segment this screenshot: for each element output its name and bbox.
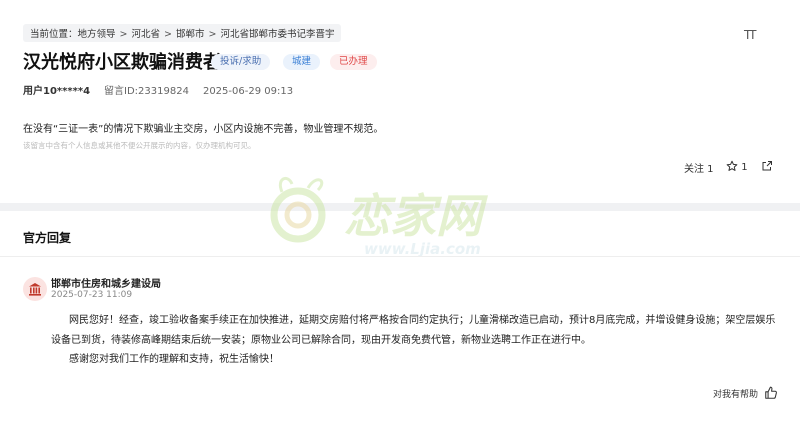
thumbs-up-icon (765, 386, 777, 399)
status-badge: 已办理 (330, 54, 377, 70)
type-tag: 投诉/求助 (211, 54, 271, 70)
font-size-toggle-icon[interactable]: TT (744, 28, 757, 42)
breadcrumb: 当前位置：地方领导 > 河北省 > 邯郸市 > 河北省邯郸市委书记李晋宇 (23, 24, 342, 42)
follow-button[interactable]: 关注 1 (684, 160, 714, 175)
reply-org-name: 邯郸市住房和城乡建设局 (51, 279, 161, 290)
privacy-note: 该留言中含有个人信息或其他不便公开展示的内容，仅办理机构可见。 (23, 141, 256, 150)
breadcrumb-prefix: 当前位置： (30, 29, 78, 40)
reply-thanks: 感谢您对我们工作的理解和支持，祝生活愉快！ (69, 354, 279, 365)
reply-content: 网民您好！经查，竣工验收备案手续正在加快推进，延期交房赔付将严格按合同约定执行；… (51, 311, 781, 370)
breadcrumb-item-local-leaders[interactable]: 地方领导 (78, 29, 116, 40)
message-title: 汉光悦府小区欺骗消费者 (23, 52, 221, 73)
helpful-button[interactable]: 对我有帮助 (713, 386, 778, 400)
message-date: 2025-06-29 09:13 (202, 86, 294, 97)
message-content: 在没有“三证一表”的情况下欺骗业主交房，小区内设施不完善，物业管理不规范。 (23, 124, 384, 135)
breadcrumb-item-hebei[interactable]: 河北省 (132, 29, 161, 40)
breadcrumb-item-handan[interactable]: 邯郸市 (176, 29, 205, 40)
share-icon (762, 161, 772, 171)
watermark-text: 恋家网 (344, 189, 488, 243)
reply-paragraph: 网民您好！经查，竣工验收备案手续正在加快推进，延期交房赔付将严格按合同约定执行；… (51, 315, 776, 346)
helpful-label: 对我有帮助 (713, 390, 759, 400)
star-icon (726, 160, 738, 171)
star-button[interactable]: 1 (726, 160, 748, 173)
message-meta: 用户10*****4 留言ID:23319824 2025-06-29 09:13 (23, 82, 293, 97)
share-button[interactable] (761, 160, 773, 175)
avatar (23, 277, 47, 301)
watermark-logo: 恋家网 www.Ljia.com (270, 176, 488, 258)
star-count: 1 (741, 162, 748, 173)
divider (0, 256, 800, 257)
reply-time: 2025-07-23 11:09 (51, 290, 133, 300)
breadcrumb-item-secretary[interactable]: 河北省邯郸市委书记李晋宇 (220, 29, 334, 40)
user-name: 用户10*****4 (23, 86, 91, 97)
message-id: 留言ID:23319824 (104, 86, 189, 97)
category-tag: 城建 (283, 54, 321, 70)
government-building-icon (29, 283, 41, 296)
reply-section-title: 官方回复 (23, 231, 72, 245)
